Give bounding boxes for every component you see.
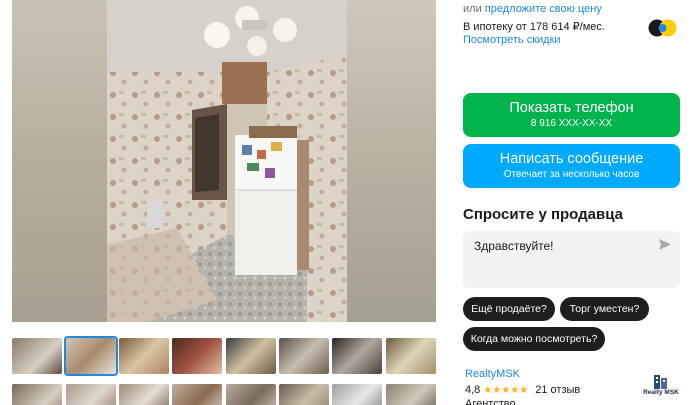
thumbnail[interactable] [226,384,276,405]
thumbnail[interactable] [279,338,329,374]
phone-masked: 8 916 XXX-XX-XX [530,118,613,129]
thumbnail[interactable] [66,384,116,405]
reviews-link[interactable]: 21 отзыв [535,384,580,396]
rating-value: 4,8 [465,384,481,396]
gallery-blur-right [346,0,436,322]
show-phone-button[interactable]: Показать телефон 8 916 XXX-XX-XX [463,93,680,137]
main-photo[interactable] [107,0,347,322]
seller-rating: 4,8 ★★★★★ 21 отзыв [465,384,580,396]
write-message-label: Написать сообщение [499,151,644,167]
price-alt-prefix: или [463,3,482,15]
thumbnail[interactable] [386,338,436,374]
bank-logo-icon[interactable] [648,19,680,37]
response-time: Отвечает за несколько часов [503,169,640,180]
seller-type: Агентство [465,398,516,405]
gallery-blur-left [12,0,107,322]
thumbnail[interactable] [172,338,222,374]
show-phone-label: Показать телефон [509,100,634,116]
thumbnail[interactable] [279,384,329,405]
quick-question-still-selling[interactable]: Ещё продаёте? [463,297,555,321]
mortgage-text: В ипотеку от 178 614 ₽/мес. [463,21,605,33]
ask-seller-input[interactable]: Здравствуйте! [463,231,680,288]
seller-name[interactable]: RealtyMSK [465,368,520,380]
agency-building-icon [654,375,667,389]
thumbnail[interactable] [119,338,169,374]
rating-stars: ★★★★★ [483,385,529,396]
thumbnail[interactable] [172,384,222,405]
agency-logo-text: Realty MSK [643,389,679,396]
agency-logo-icon[interactable]: Realty MSK [643,373,679,405]
send-icon[interactable] [659,239,671,250]
kitchen-photo-image [107,0,347,322]
thumbnail[interactable] [226,338,276,374]
discounts-link[interactable]: Посмотреть скидки [463,34,561,46]
quick-question-viewing[interactable]: Когда можно посмотреть? [463,327,605,351]
photo-gallery[interactable] [12,0,436,322]
thumbnail[interactable] [12,338,62,374]
thumbnail[interactable] [119,384,169,405]
ask-input-text: Здравствуйте! [474,239,554,253]
write-message-button[interactable]: Написать сообщение Отвечает за несколько… [463,144,680,188]
thumbnail[interactable] [386,384,436,405]
thumbnail[interactable] [332,338,382,374]
quick-question-bargain[interactable]: Торг уместен? [560,297,649,321]
thumbnail[interactable] [12,384,62,405]
price-offer-line: или предложите свою цену [463,3,602,15]
thumbnail-active[interactable] [64,336,118,376]
offer-price-link[interactable]: предложите свою цену [485,3,602,15]
thumbnail[interactable] [332,384,382,405]
ask-seller-title: Спросите у продавца [463,206,623,223]
